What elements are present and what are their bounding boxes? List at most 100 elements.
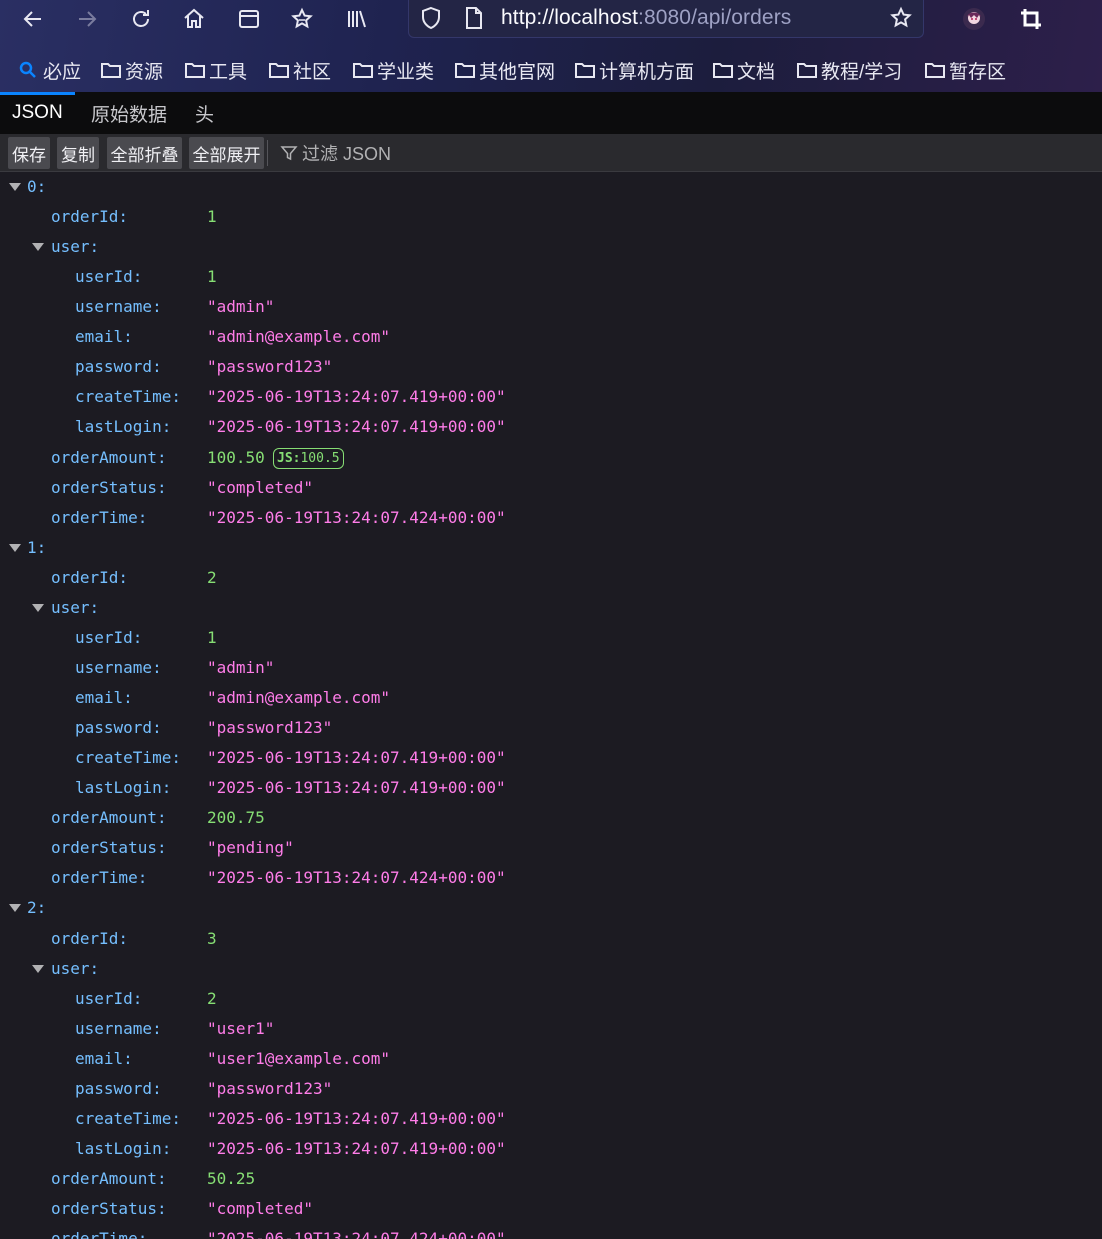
json-key: email:	[75, 688, 133, 708]
navigation-bar: http://localhost:8080/api/orders	[0, 0, 1102, 40]
expand-toggle-icon[interactable]	[31, 232, 45, 262]
url-path: :8080/api/orders	[638, 6, 792, 29]
json-row: lastLogin: "2025-06-19T13:24:07.419+00:00…	[0, 1134, 1102, 1164]
json-value: "2025-06-19T13:24:07.419+00:00"	[207, 1138, 506, 1158]
json-key: orderStatus:	[51, 1199, 167, 1219]
json-row: orderAmount: 100.50 JS:100.5	[0, 443, 1102, 473]
json-row: password: "password123"	[0, 352, 1102, 382]
json-value: "admin"	[207, 657, 275, 677]
bookmark-item[interactable]: 工具	[184, 56, 247, 84]
json-value: "user1@example.com"	[207, 1048, 391, 1068]
crop-icon	[1021, 9, 1041, 29]
json-key: 1:	[27, 537, 47, 557]
bookmark-item[interactable]: 必应	[18, 56, 81, 84]
save-button[interactable]: 保存	[8, 137, 50, 169]
bookmark-item[interactable]: 资源	[100, 56, 163, 84]
json-value: 1	[207, 627, 217, 647]
json-row: email: "admin@example.com"	[0, 683, 1102, 713]
bookmark-item[interactable]: 其他官网	[454, 56, 555, 84]
json-row: username: "user1"	[0, 1014, 1102, 1044]
shield-icon[interactable]	[419, 6, 443, 30]
page-icon[interactable]	[463, 6, 485, 30]
expand-toggle-icon[interactable]	[8, 893, 22, 923]
bookmark-label: 计算机方面	[599, 61, 695, 83]
bookmark-star-icon[interactable]	[889, 6, 913, 30]
json-key: userId:	[75, 627, 143, 647]
bookmarks-toolbar: 必应 资源 工具 社区 学业类 其他官网 计算机方面 文档 教程/学习 暂存区	[0, 52, 1102, 88]
bookmark-item[interactable]: 教程/学习	[796, 56, 902, 84]
json-value: "completed"	[207, 477, 313, 497]
expand-toggle-icon[interactable]	[31, 954, 45, 984]
json-key: user:	[51, 958, 100, 978]
tab-view-button[interactable]	[233, 4, 265, 34]
json-value: 100.50	[207, 447, 265, 467]
json-row: orderAmount: 50.25	[0, 1164, 1102, 1194]
library-button[interactable]	[341, 4, 373, 34]
filter-icon	[280, 146, 298, 161]
bookmark-item[interactable]: 暂存区	[924, 56, 1006, 84]
tab-raw-data[interactable]: 原始数据	[79, 92, 179, 134]
json-key: password:	[75, 718, 162, 738]
json-key: email:	[75, 1048, 133, 1068]
extensions-button[interactable]	[286, 4, 318, 34]
array-index-row[interactable]: 1:	[0, 533, 1102, 563]
filter-json-input[interactable]: 过滤 JSON	[280, 137, 391, 169]
browser-chrome: http://localhost:8080/api/orders 必应 资源 工具 社…	[0, 0, 1102, 92]
user-object-row[interactable]: user:	[0, 593, 1102, 623]
json-value: 1	[207, 267, 217, 287]
js-number-badge: JS:100.5	[273, 447, 344, 469]
array-index-row[interactable]: 0:	[0, 172, 1102, 202]
back-button[interactable]	[17, 4, 49, 34]
tab-headers[interactable]: 头	[183, 92, 226, 134]
json-row: orderTime: "2025-06-19T13:24:07.424+00:00…	[0, 503, 1102, 533]
json-key: createTime:	[75, 1108, 181, 1128]
js-badge-value: 100.5	[300, 450, 340, 466]
copy-button[interactable]: 复制	[57, 137, 99, 169]
json-key: orderId:	[51, 567, 129, 587]
bookmark-item[interactable]: 社区	[268, 56, 331, 84]
json-key: userId:	[75, 267, 143, 287]
json-row: orderStatus: "completed"	[0, 1194, 1102, 1224]
bookmark-item[interactable]: 学业类	[352, 56, 434, 84]
json-value: "admin"	[207, 297, 275, 317]
forward-button[interactable]	[71, 4, 103, 34]
array-index-row[interactable]: 2:	[0, 893, 1102, 923]
expand-all-button[interactable]: 全部展开	[189, 137, 264, 169]
star-puzzle-icon	[291, 7, 313, 29]
json-row: email: "admin@example.com"	[0, 322, 1102, 352]
expand-toggle-icon[interactable]	[8, 172, 22, 202]
json-row: createTime: "2025-06-19T13:24:07.419+00:0…	[0, 743, 1102, 773]
expand-toggle-icon[interactable]	[31, 593, 45, 623]
collapse-all-button[interactable]: 全部折叠	[107, 137, 182, 169]
json-key: lastLogin:	[75, 417, 172, 437]
bookmark-item[interactable]: 文档	[712, 56, 775, 84]
json-value: "2025-06-19T13:24:07.419+00:00"	[207, 387, 506, 407]
json-row: orderId: 2	[0, 563, 1102, 593]
tab-json[interactable]: JSON	[0, 92, 75, 134]
bookmark-label: 学业类	[377, 61, 435, 83]
reload-button[interactable]	[125, 4, 157, 34]
user-object-row[interactable]: user:	[0, 954, 1102, 984]
address-bar[interactable]: http://localhost:8080/api/orders	[408, 0, 924, 38]
screenshot-button[interactable]	[1015, 4, 1047, 34]
url-host: http://localhost	[501, 6, 639, 29]
json-key: 0:	[27, 177, 47, 196]
json-value: "password123"	[207, 718, 333, 738]
json-value: 2	[207, 567, 217, 587]
bookmark-item[interactable]: 计算机方面	[574, 56, 694, 84]
json-row: userId: 1	[0, 623, 1102, 653]
bookmark-label: 文档	[737, 61, 776, 83]
json-key: orderTime:	[51, 1229, 148, 1239]
json-value: "admin@example.com"	[207, 688, 391, 708]
avatar	[963, 8, 985, 30]
expand-toggle-icon[interactable]	[8, 533, 22, 563]
user-object-row[interactable]: user:	[0, 232, 1102, 262]
home-button[interactable]	[178, 4, 210, 34]
json-key: password:	[75, 357, 162, 377]
json-row: orderStatus: "completed"	[0, 473, 1102, 503]
profile-button[interactable]	[958, 4, 990, 34]
json-key: orderAmount:	[51, 808, 167, 828]
json-value: "2025-06-19T13:24:07.424+00:00"	[207, 868, 506, 888]
json-key: createTime:	[75, 387, 181, 407]
url-text[interactable]: http://localhost:8080/api/orders	[501, 6, 791, 30]
